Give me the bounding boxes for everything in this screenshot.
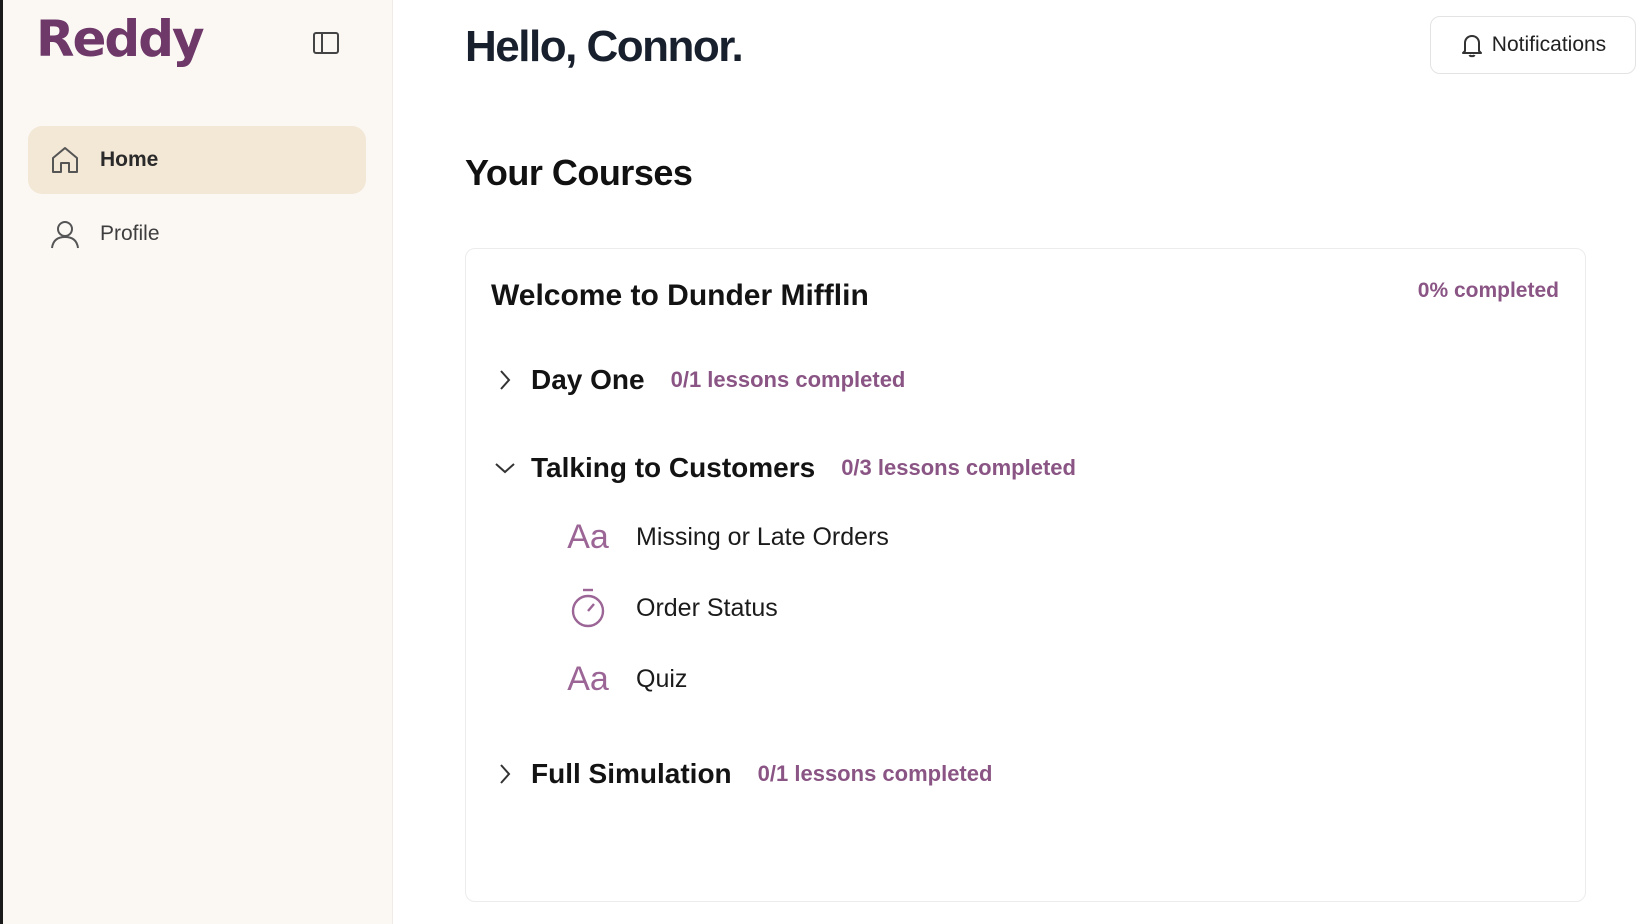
module-name: Full Simulation bbox=[531, 758, 732, 789]
lesson-item[interactable]: Aa Missing or Late Orders bbox=[566, 517, 889, 557]
course-progress: 0% completed bbox=[1417, 279, 1559, 302]
module-progress: 0/3 lessons completed bbox=[841, 455, 1076, 480]
module-full-simulation[interactable]: Full Simulation 0/1 lessons completed bbox=[491, 758, 992, 790]
notifications-button[interactable]: Notifications bbox=[1430, 16, 1636, 74]
lesson-item[interactable]: Aa Quiz bbox=[566, 659, 687, 699]
course-title: Welcome to Dunder Mifflin bbox=[491, 279, 869, 312]
module-name: Talking to Customers bbox=[531, 452, 816, 483]
main-content: Hello, Connor. Notifications Your Course… bbox=[393, 0, 1648, 924]
module-talking-to-customers[interactable]: Talking to Customers 0/3 lessons complet… bbox=[491, 452, 1076, 484]
sidebar-item-home[interactable]: Home bbox=[28, 126, 366, 194]
notifications-label: Notifications bbox=[1491, 33, 1607, 56]
lesson-name: Missing or Late Orders bbox=[636, 522, 889, 551]
timer-icon bbox=[566, 588, 610, 628]
lesson-name: Order Status bbox=[636, 593, 778, 622]
brand-logo[interactable]: Reddy bbox=[36, 10, 205, 68]
module-day-one[interactable]: Day One 0/1 lessons completed bbox=[491, 364, 905, 396]
sidebar-item-label: Home bbox=[100, 148, 159, 171]
module-name: Day One bbox=[531, 364, 645, 395]
course-card: Welcome to Dunder Mifflin 0% completed D… bbox=[465, 248, 1586, 902]
section-title: Your Courses bbox=[465, 152, 693, 193]
module-progress: 0/1 lessons completed bbox=[757, 761, 993, 786]
sidebar-item-profile[interactable]: Profile bbox=[28, 200, 366, 268]
bell-icon bbox=[1461, 35, 1482, 58]
text-lesson-icon: Aa bbox=[567, 659, 609, 698]
sidebar: Reddy Home Profile bbox=[3, 0, 393, 924]
chevron-down-icon bbox=[491, 454, 519, 482]
user-icon bbox=[48, 217, 82, 251]
lesson-item[interactable]: Order Status bbox=[566, 588, 778, 628]
home-icon bbox=[48, 143, 82, 177]
sidebar-toggle-button[interactable] bbox=[311, 28, 341, 58]
sidebar-item-label: Profile bbox=[100, 222, 160, 245]
page-title: Hello, Connor. bbox=[465, 22, 744, 71]
sidebar-nav: Home Profile bbox=[28, 126, 366, 274]
app-window: Reddy Home Profile Hello, Connor. Notifi… bbox=[3, 0, 1648, 924]
chevron-right-icon bbox=[491, 366, 519, 394]
module-progress: 0/1 lessons completed bbox=[670, 367, 906, 392]
text-lesson-icon: Aa bbox=[567, 517, 609, 556]
chevron-right-icon bbox=[491, 760, 519, 788]
lesson-name: Quiz bbox=[636, 664, 688, 693]
sidebar-panel-icon bbox=[313, 32, 339, 54]
